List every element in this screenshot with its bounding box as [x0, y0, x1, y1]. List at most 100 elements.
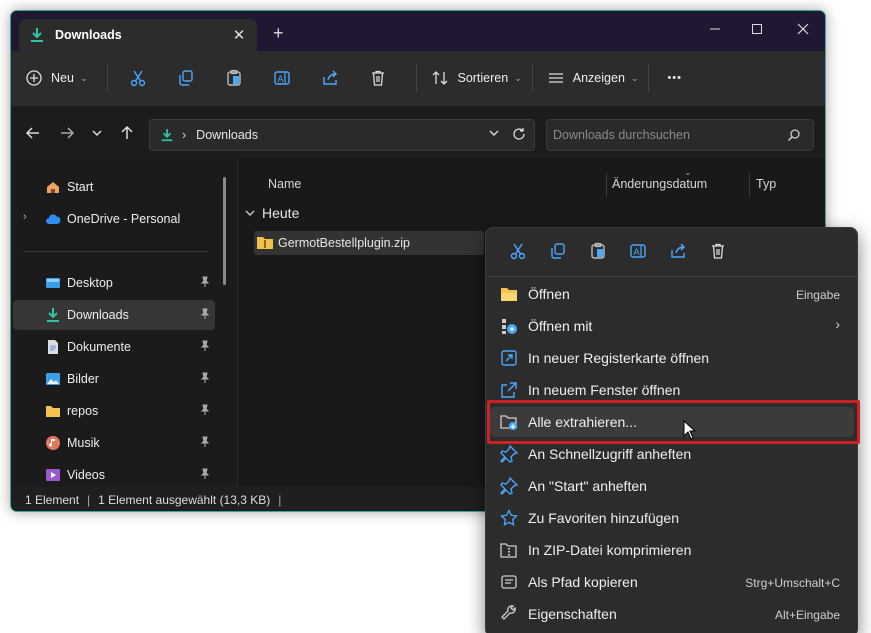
pin-icon[interactable]: [199, 372, 211, 384]
column-divider[interactable]: [606, 173, 607, 197]
forward-button[interactable]: [57, 123, 77, 143]
cut-button[interactable]: [118, 62, 158, 94]
sidebar-item-music[interactable]: Musik: [13, 428, 215, 458]
sidebar-item-label: Musik: [67, 436, 100, 450]
minimize-button[interactable]: [703, 19, 727, 39]
maximize-button[interactable]: [745, 19, 769, 39]
address-dropdown-icon[interactable]: [488, 127, 500, 142]
chevron-down-icon: ⌄: [79, 72, 88, 83]
address-bar[interactable]: › Downloads: [149, 119, 535, 151]
pin-icon[interactable]: [199, 340, 211, 352]
star-icon: [500, 509, 518, 527]
title-bar: Downloads ✕ +: [11, 11, 825, 51]
toolbar-divider: [531, 64, 533, 92]
view-list-icon: [548, 73, 563, 83]
close-window-button[interactable]: [791, 19, 815, 39]
scissors-icon: [510, 243, 526, 260]
sidebar-item-repos[interactable]: repos: [13, 396, 215, 426]
toolbar-divider: [648, 64, 650, 92]
trash-icon: [372, 70, 385, 86]
menu-item-open-with[interactable]: Öffnen mit ›: [490, 311, 854, 341]
tab-downloads[interactable]: Downloads ✕: [19, 19, 257, 51]
column-header-type[interactable]: Typ: [756, 177, 776, 191]
refresh-icon[interactable]: [512, 127, 526, 144]
menu-item-open[interactable]: Öffnen Eingabe: [490, 279, 854, 309]
delete-button[interactable]: [358, 62, 398, 94]
pin-icon[interactable]: [199, 404, 211, 416]
tab-close-icon[interactable]: ✕: [229, 25, 249, 45]
context-delete-button[interactable]: [698, 236, 738, 266]
column-header-date[interactable]: Änderungsdatum: [612, 177, 707, 191]
document-icon: [48, 340, 58, 354]
scissors-icon: [131, 70, 146, 87]
share-button[interactable]: [310, 62, 350, 94]
view-button[interactable]: Anzeigen ⌄: [547, 62, 639, 94]
back-button[interactable]: [23, 123, 43, 143]
search-icon[interactable]: [787, 128, 801, 145]
search-box[interactable]: [546, 119, 814, 151]
highlight-frame: [487, 400, 860, 444]
sidebar-item-videos[interactable]: Videos: [13, 460, 215, 490]
more-options-button[interactable]: •••: [667, 62, 682, 94]
pin-icon[interactable]: [199, 276, 211, 288]
menu-item-properties[interactable]: Eigenschaften Alt+Eingabe: [490, 599, 854, 629]
chevron-down-icon: ⌄: [514, 72, 522, 83]
sidebar-item-onedrive[interactable]: › OneDrive - Personal: [13, 204, 215, 234]
sidebar-item-start[interactable]: Start: [13, 172, 215, 202]
column-divider[interactable]: [749, 173, 750, 197]
paste-button[interactable]: [214, 62, 254, 94]
status-divider: |: [87, 493, 91, 507]
group-header-today[interactable]: Heute: [244, 205, 299, 221]
menu-item-add-favorites[interactable]: Zu Favoriten hinzufügen: [490, 503, 854, 533]
pin-icon[interactable]: [199, 436, 211, 448]
sidebar-item-downloads[interactable]: Downloads: [13, 300, 215, 330]
menu-item-pin-start[interactable]: An "Start" anheften: [490, 471, 854, 501]
menu-item-label: In ZIP-Datei komprimieren: [528, 542, 692, 558]
search-input[interactable]: [553, 128, 773, 142]
sort-button[interactable]: Sortieren ⌄: [431, 62, 522, 94]
context-quick-actions: A: [486, 228, 857, 274]
rename-button[interactable]: A: [262, 62, 302, 94]
zip-icon: [500, 543, 517, 558]
folder-icon: [46, 406, 60, 417]
breadcrumb-downloads[interactable]: Downloads: [196, 128, 258, 142]
file-row-zip[interactable]: GermotBestellplugin.zip: [254, 231, 484, 255]
menu-item-open-new-tab[interactable]: In neuer Registerkarte öffnen: [490, 343, 854, 373]
copy-button[interactable]: [166, 62, 206, 94]
context-cut-button[interactable]: [498, 236, 538, 266]
context-paste-button[interactable]: [578, 236, 618, 266]
group-label: Heute: [262, 205, 300, 221]
sidebar-item-pictures[interactable]: Bilder: [13, 364, 215, 394]
folder-open-icon: [501, 288, 517, 301]
sidebar-item-label: OneDrive - Personal: [67, 212, 181, 226]
new-window-icon: [501, 382, 517, 398]
context-rename-button[interactable]: A: [618, 236, 658, 266]
open-with-icon: [502, 319, 517, 334]
menu-item-copy-path[interactable]: Als Pfad kopieren Strg+Umschalt+C: [490, 567, 854, 597]
expand-chevron-icon[interactable]: ›: [23, 211, 27, 223]
breadcrumb-separator-icon: ›: [182, 128, 187, 142]
column-header-name[interactable]: Name: [268, 177, 301, 191]
pin-icon[interactable]: [199, 308, 211, 320]
up-button[interactable]: [117, 123, 137, 143]
chevron-down-icon: ⌄: [630, 72, 639, 83]
menu-item-compress-zip[interactable]: In ZIP-Datei komprimieren: [490, 535, 854, 565]
sort-label: Sortieren: [457, 71, 509, 85]
zip-folder-icon: [257, 237, 273, 249]
recent-locations-button[interactable]: [87, 123, 107, 143]
download-icon: [47, 308, 59, 322]
new-tab-button[interactable]: +: [273, 23, 284, 44]
paste-icon: [591, 242, 605, 259]
context-copy-button[interactable]: [538, 236, 578, 266]
submenu-chevron-icon: ›: [835, 316, 840, 332]
status-divider: |: [278, 493, 282, 507]
download-icon: [31, 28, 43, 42]
context-share-button[interactable]: [658, 236, 698, 266]
sidebar-scrollbar[interactable]: [223, 177, 226, 285]
sidebar-item-documents[interactable]: Dokumente: [13, 332, 215, 362]
video-icon: [46, 469, 60, 481]
copy-path-icon: [501, 575, 517, 589]
sidebar-item-desktop[interactable]: Desktop: [13, 268, 215, 298]
new-button[interactable]: Neu ⌄: [25, 62, 87, 94]
pin-icon[interactable]: [199, 468, 211, 480]
